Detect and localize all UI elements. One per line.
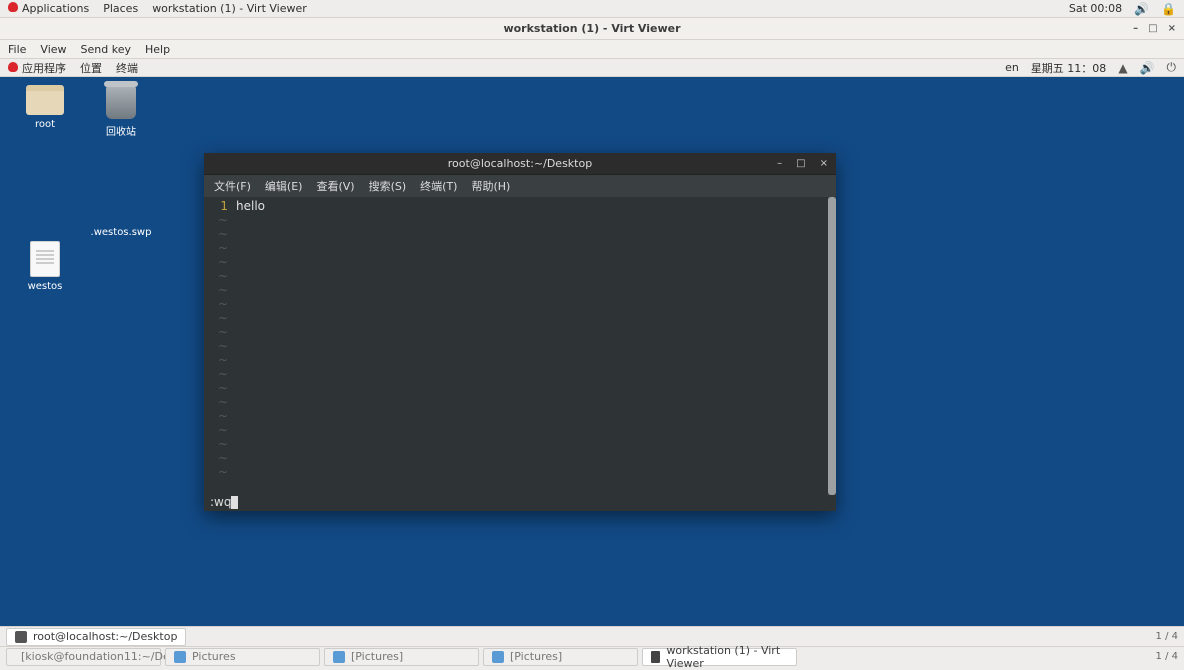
input-method-indicator[interactable]: en [1005,61,1019,74]
maximize-button[interactable]: □ [1148,23,1157,34]
virt-viewer-titlebar: workstation (1) - Virt Viewer – □ × [0,18,1184,40]
outer-top-panel: Applications Places workstation (1) - Vi… [0,0,1184,18]
desktop-icon-label: 回收站 [106,123,136,138]
terminal-menu-edit[interactable]: 编辑(E) [265,178,303,194]
trash-icon [106,85,136,119]
taskbar-item-pictures-3[interactable]: [Pictures] [483,648,638,666]
terminal-title-text: root@localhost:~/Desktop [448,157,592,170]
vim-command-line[interactable]: :wq [210,495,836,511]
taskbar-item-pictures-2[interactable]: [Pictures] [324,648,479,666]
line-number: 1 [210,199,228,213]
inner-workspace-indicator[interactable]: 1 / 4 [1156,631,1178,642]
terminal-menu-terminal[interactable]: 终端(T) [420,178,457,194]
terminal-menu-file[interactable]: 文件(F) [214,178,251,194]
cursor-block [231,496,238,509]
outer-menu-applications[interactable]: Applications [8,2,89,15]
terminal-maximize-button[interactable]: □ [796,158,805,169]
minimize-button[interactable]: – [1133,23,1138,34]
terminal-menubar: 文件(F) 编辑(E) 查看(V) 搜索(S) 终端(T) 帮助(H) [204,175,836,197]
virt-title-text: workstation (1) - Virt Viewer [503,22,680,35]
inner-volume-icon[interactable]: 🔊 [1140,61,1155,75]
taskbar-item-terminal[interactable]: root@localhost:~/Desktop [6,628,186,646]
network-icon[interactable]: ▲ [1118,61,1127,75]
outer-active-app[interactable]: workstation (1) - Virt Viewer [152,2,307,15]
outer-menu-places[interactable]: Places [103,2,138,15]
virt-menu-help[interactable]: Help [145,43,170,56]
taskbar-label: [Pictures] [510,650,562,663]
virt-menu-view[interactable]: View [40,43,66,56]
virt-viewer-menubar: File View Send key Help [0,40,1184,59]
outer-bottom-panel: [kiosk@foundation11:~/Desktop] Pictures … [0,646,1184,666]
terminal-body[interactable]: 1hello ~ ~ ~ ~ ~ ~ ~ ~ ~ ~ ~ ~ ~ ~ ~ ~ ~… [204,197,836,511]
desktop-icon-trash[interactable]: 回收站 [86,85,156,138]
file-icon [30,241,60,277]
monitor-icon [651,651,660,663]
desktop-icon-label: root [35,119,55,130]
taskbar-item-virt-viewer[interactable]: workstation (1) - Virt Viewer [642,648,797,666]
editor-text: hello [236,199,265,213]
terminal-minimize-button[interactable]: – [777,158,782,169]
outer-clock[interactable]: Sat 00:08 [1069,2,1122,15]
taskbar-label: Pictures [192,650,236,663]
folder-icon [492,651,504,663]
desktop-icon-westos[interactable]: westos [10,241,80,292]
taskbar-label: root@localhost:~/Desktop [33,630,177,643]
inner-menu-applications[interactable]: 应用程序 [8,60,66,76]
terminal-window: root@localhost:~/Desktop – □ × 文件(F) 编辑(… [204,153,836,511]
inner-active-app[interactable]: 终端 [116,60,138,76]
inner-clock[interactable]: 星期五 11：08 [1031,60,1107,76]
close-button[interactable]: × [1168,23,1176,34]
terminal-menu-help[interactable]: 帮助(H) [471,178,510,194]
virt-menu-sendkey[interactable]: Send key [81,43,131,56]
virt-menu-file[interactable]: File [8,43,26,56]
terminal-close-button[interactable]: × [820,158,828,169]
desktop-icon-swp[interactable]: .westos.swp [86,193,156,238]
lock-icon[interactable]: 🔒 [1161,2,1176,16]
folder-icon [333,651,345,663]
folder-icon [174,651,186,663]
terminal-icon [15,631,27,643]
inner-desktop[interactable]: root 回收站 .westos.swp westos root@localho… [0,77,1184,626]
volume-icon[interactable]: 🔊 [1134,2,1149,16]
terminal-menu-view[interactable]: 查看(V) [316,178,354,194]
terminal-scrollbar[interactable] [828,197,836,495]
desktop-icon-root-folder[interactable]: root [10,85,80,130]
scrollbar-thumb[interactable] [828,197,836,495]
folder-icon [26,85,64,115]
inner-menu-places[interactable]: 位置 [80,60,102,76]
taskbar-item-pictures-1[interactable]: Pictures [165,648,320,666]
taskbar-item-kiosk-terminal[interactable]: [kiosk@foundation11:~/Desktop] [6,648,161,666]
inner-bottom-panel: root@localhost:~/Desktop 1 / 4 [0,626,1184,646]
inner-top-panel: 应用程序 位置 终端 en 星期五 11：08 ▲ 🔊 ⏻ [0,59,1184,77]
terminal-menu-search[interactable]: 搜索(S) [369,178,407,194]
power-icon[interactable]: ⏻ [1167,60,1177,75]
outer-workspace-indicator[interactable]: 1 / 4 [1156,651,1178,662]
taskbar-label: [Pictures] [351,650,403,663]
desktop-icon-label: westos [28,281,63,292]
desktop-icon-label: .westos.swp [91,227,152,238]
terminal-titlebar[interactable]: root@localhost:~/Desktop – □ × [204,153,836,175]
